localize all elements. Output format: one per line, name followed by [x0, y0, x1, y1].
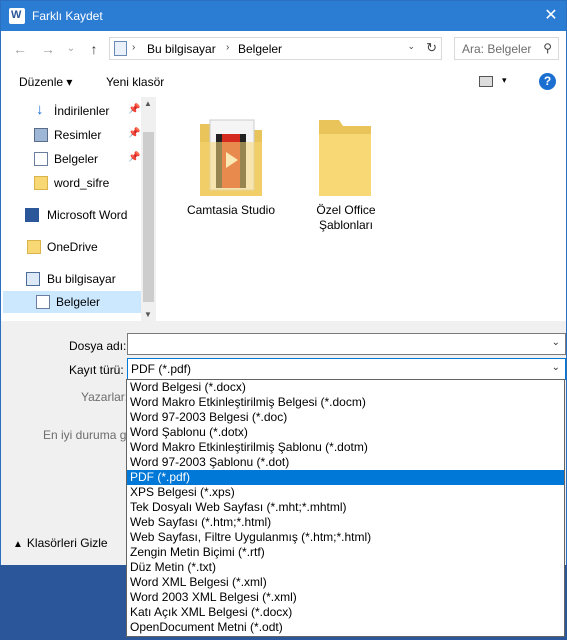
sidebar-item-word-sifre[interactable]: word_sifre — [1, 172, 141, 194]
close-button[interactable]: ✕ — [536, 1, 566, 31]
chevron-down-icon[interactable]: ⌄ — [552, 362, 560, 373]
folder-icon — [27, 240, 41, 254]
sidebar-item-microsoft-word[interactable]: Microsoft Word — [1, 204, 141, 226]
filetype-select[interactable]: PDF (*.pdf) ⌄ — [127, 358, 566, 380]
camtasia-folder-icon — [200, 119, 262, 196]
recent-locations-dropdown[interactable]: ⌄ — [61, 39, 81, 59]
sidebar-item-downloads[interactable]: İndirilenler 📌 — [1, 100, 141, 122]
filetype-option[interactable]: Düz Metin (*.txt) — [127, 560, 564, 575]
folder-icon — [34, 176, 48, 190]
breadcrumb-documents[interactable]: Belgeler — [238, 42, 282, 56]
navigation-scrollbar[interactable]: ▲ ▼ — [141, 97, 156, 321]
sidebar-item-this-pc[interactable]: Bu bilgisayar — [1, 268, 141, 290]
document-icon — [34, 152, 48, 166]
file-list: Camtasia Studio Özel Office Şablonları — [161, 97, 566, 321]
sidebar-item-label: Bu bilgisayar — [47, 272, 116, 286]
scroll-down-icon[interactable]: ▼ — [144, 310, 152, 319]
sidebar-item-label: Belgeler — [56, 295, 101, 309]
sidebar-item-label: word_sifre — [54, 176, 110, 190]
filetype-option-selected[interactable]: PDF (*.pdf) — [127, 470, 564, 485]
breadcrumb-separator: › — [226, 42, 230, 53]
scrollbar-thumb[interactable] — [143, 132, 154, 302]
authors-label: Yazarlar: — [81, 390, 129, 404]
address-bar-row: ← → ⌄ ↑ › Bu bilgisayar › Belgeler ⌄ ↻ A… — [1, 31, 566, 67]
new-folder-button[interactable]: Yeni klasör — [106, 75, 164, 89]
sidebar-item-onedrive[interactable]: OneDrive — [1, 236, 141, 258]
view-dropdown[interactable]: ▾ — [502, 75, 507, 86]
sidebar-item-label: Microsoft Word — [47, 208, 128, 222]
filetype-option[interactable]: Zengin Metin Biçimi (*.rtf) — [127, 545, 564, 560]
file-label: Özel Office Şablonları — [291, 203, 401, 233]
filetype-option[interactable]: Word 2003 XML Belgesi (*.xml) — [127, 590, 564, 605]
filetype-option[interactable]: Word XML Belgesi (*.xml) — [127, 575, 564, 590]
filetype-dropdown-list[interactable]: Word Belgesi (*.docx) Word Makro Etkinle… — [126, 379, 565, 637]
chevron-down-icon[interactable]: ⌄ — [552, 337, 560, 348]
help-button[interactable]: ? — [539, 73, 556, 90]
sidebar-item-documents[interactable]: Belgeler — [3, 291, 141, 313]
filetype-option[interactable]: Web Sayfası, Filtre Uygulanmış (*.htm;*.… — [127, 530, 564, 545]
filename-input[interactable]: ⌄ — [127, 333, 566, 355]
sidebar-item-label: Resimler — [54, 128, 102, 142]
filetype-option[interactable]: Word 97-2003 Belgesi (*.doc) — [127, 410, 564, 425]
address-input[interactable]: › Bu bilgisayar › Belgeler ⌄ ↻ — [109, 37, 442, 60]
refresh-icon[interactable]: ↻ — [426, 40, 437, 56]
filetype-option[interactable]: Tek Dosyalı Web Sayfası (*.mht;*.mhtml) — [127, 500, 564, 515]
pin-icon: 📌 — [128, 128, 141, 139]
optimize-label: En iyi duruma g — [43, 428, 127, 442]
filetype-option[interactable]: Word Belgesi (*.docx) — [127, 380, 564, 395]
sidebar-item-label: İndirilenler — [54, 104, 110, 118]
pin-icon: 📌 — [128, 152, 141, 163]
filetype-option[interactable]: Web Sayfası (*.htm;*.html) — [127, 515, 564, 530]
search-input[interactable]: Ara: Belgeler ⚲ — [454, 37, 559, 60]
sidebar-item-label: Belgeler — [54, 152, 99, 166]
file-label-line: Özel Office — [316, 203, 376, 217]
breadcrumb-separator: › — [132, 42, 136, 53]
search-placeholder: Ara: Belgeler — [462, 42, 532, 56]
organize-button[interactable]: Düzenle ▾ — [19, 75, 72, 89]
filename-label: Dosya adı: — [69, 339, 127, 353]
sidebar-item-label: OneDrive — [47, 240, 98, 254]
location-icon — [114, 41, 127, 56]
file-label-line: Şablonları — [318, 218, 374, 232]
filetype-option[interactable]: Word Makro Etkinleştirilmiş Belgesi (*.d… — [127, 395, 564, 410]
computer-icon — [26, 272, 40, 286]
download-icon — [34, 101, 48, 118]
address-dropdown[interactable]: ⌄ — [407, 41, 415, 52]
sidebar-item-pictures[interactable]: Resimler 📌 — [1, 124, 141, 146]
document-icon — [36, 295, 50, 309]
filetype-option[interactable]: Katı Açık XML Belgesi (*.docx) — [127, 605, 564, 620]
up-button[interactable]: ↑ — [84, 39, 104, 59]
title-bar: Farklı Kaydet ✕ — [1, 1, 566, 31]
filetype-option[interactable]: Word Makro Etkinleştirilmiş Şablonu (*.d… — [127, 440, 564, 455]
chevron-up-icon: ▲ — [13, 539, 23, 550]
pin-icon: 📌 — [128, 104, 141, 115]
word-icon — [25, 208, 39, 222]
command-bar: Düzenle ▾ Yeni klasör ▾ ? — [1, 67, 566, 97]
pictures-icon — [34, 128, 48, 142]
file-label: Camtasia Studio — [186, 203, 276, 217]
back-button[interactable]: ← — [10, 39, 30, 59]
scroll-up-icon[interactable]: ▲ — [144, 99, 152, 108]
filetype-label: Kayıt türü: — [69, 363, 124, 377]
file-item-office-templates[interactable]: Özel Office Şablonları — [291, 97, 401, 232]
breadcrumb-this-pc[interactable]: Bu bilgisayar — [147, 42, 216, 56]
word-app-icon — [9, 8, 25, 24]
filetype-option[interactable]: OpenDocument Metni (*.odt) — [127, 620, 564, 635]
filetype-option[interactable]: Word Şablonu (*.dotx) — [127, 425, 564, 440]
hide-folders-button[interactable]: ▲ Klasörleri Gizle — [13, 536, 108, 550]
filetype-option[interactable]: Word 97-2003 Şablonu (*.dot) — [127, 455, 564, 470]
sidebar-item-documents-quick[interactable]: Belgeler 📌 — [1, 148, 141, 170]
search-icon[interactable]: ⚲ — [543, 41, 552, 55]
hide-folders-label: Klasörleri Gizle — [26, 536, 108, 550]
forward-button[interactable]: → — [38, 39, 58, 59]
window-title: Farklı Kaydet — [32, 9, 103, 23]
file-item-camtasia[interactable]: Camtasia Studio — [176, 97, 286, 227]
folder-icon — [319, 120, 371, 196]
filetype-option[interactable]: XPS Belgesi (*.xps) — [127, 485, 564, 500]
filetype-value: PDF (*.pdf) — [131, 362, 192, 376]
view-options-icon[interactable] — [479, 76, 493, 87]
navigation-pane: İndirilenler 📌 Resimler 📌 Belgeler 📌 wor… — [1, 97, 156, 321]
